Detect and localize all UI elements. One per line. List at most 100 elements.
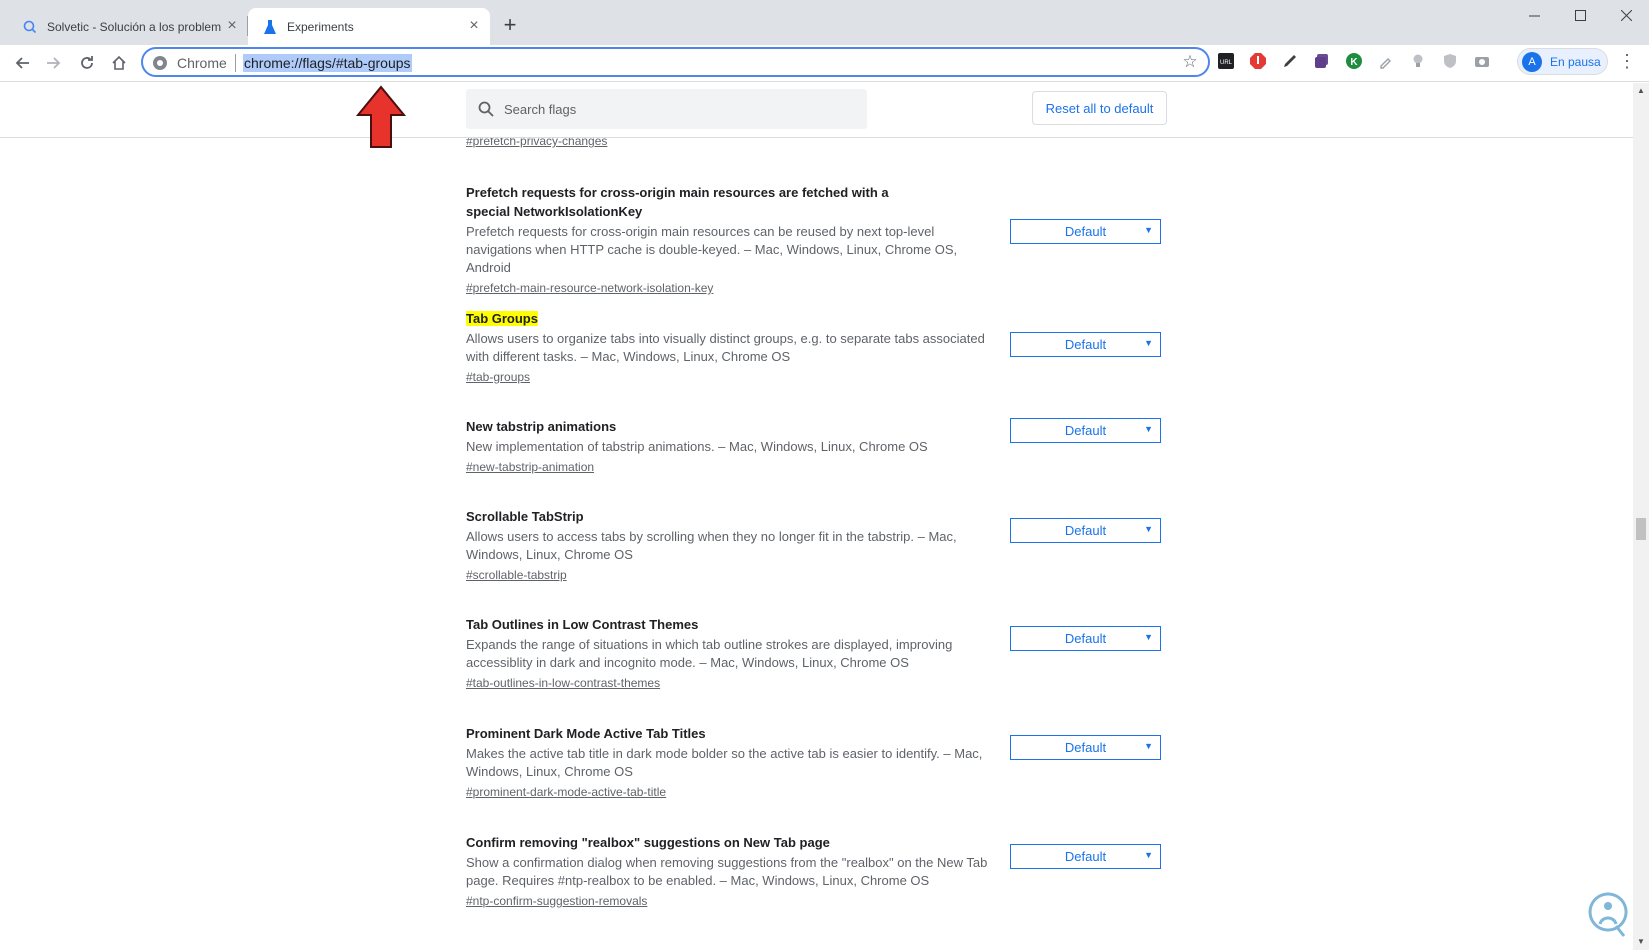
flag-select-value: Default: [1064, 423, 1107, 438]
dropdown-caret-icon: ▼: [1144, 850, 1153, 860]
maximize-button[interactable]: [1557, 0, 1603, 30]
flag-link[interactable]: #prominent-dark-mode-active-tab-title: [466, 783, 666, 801]
adblock-extension-icon[interactable]: [1249, 52, 1267, 70]
flag-item-tab-outlines: Tab Outlines in Low Contrast Themes Expa…: [466, 615, 1166, 692]
address-bar[interactable]: Chrome chrome://flags/#tab-groups ☆: [141, 47, 1210, 77]
reload-icon: [81, 56, 93, 69]
flag-description: Prefetch requests for cross-origin main …: [466, 224, 958, 275]
flag-select-value: Default: [1064, 849, 1107, 864]
browser-toolbar: Chrome chrome://flags/#tab-groups ☆: [0, 45, 1649, 82]
flag-select-value: Default: [1064, 740, 1107, 755]
stack-extension-icon[interactable]: [1313, 52, 1331, 70]
reload-button[interactable]: [73, 49, 101, 77]
dropdown-caret-icon: ▼: [1144, 338, 1153, 348]
flag-item-prefetch-network-isolation: Prefetch requests for cross-origin main …: [466, 183, 1166, 297]
flag-link[interactable]: #tab-outlines-in-low-contrast-themes: [466, 674, 660, 692]
eyedropper-extension-icon[interactable]: [1377, 52, 1395, 70]
dropdown-caret-icon: ▼: [1144, 524, 1153, 534]
tab-solvetic[interactable]: Solvetic - Solución a los problem ×: [8, 8, 248, 45]
tab-title: Solvetic - Solución a los problem: [47, 19, 221, 34]
flag-link[interactable]: #prefetch-main-resource-network-isolatio…: [466, 279, 713, 297]
flag-link[interactable]: #scrollable-tabstrip: [466, 566, 567, 584]
close-tab-icon[interactable]: ×: [224, 18, 240, 34]
kebab-menu-icon[interactable]: ⋮: [1617, 51, 1637, 71]
flag-link[interactable]: #tab-groups: [466, 368, 530, 386]
flag-select[interactable]: Default ▼: [1010, 735, 1161, 760]
solvetic-watermark-logo: [1588, 892, 1628, 937]
flag-description: New implementation of tabstrip animation…: [466, 439, 928, 454]
profile-status-label: En pausa: [1550, 54, 1601, 69]
flag-select-value: Default: [1064, 224, 1107, 239]
flag-description: Allows users to organize tabs into visua…: [466, 331, 985, 364]
search-q-icon: [22, 19, 38, 35]
pen-extension-icon[interactable]: [1281, 52, 1299, 70]
url-extension-icon[interactable]: URL: [1217, 52, 1235, 70]
back-arrow-icon: [15, 57, 29, 69]
home-button[interactable]: [105, 49, 133, 77]
flag-item-new-tabstrip-animations: New tabstrip animations New implementati…: [466, 417, 1166, 476]
scroll-down-arrow-icon[interactable]: ▼: [1633, 934, 1649, 950]
flag-select[interactable]: Default ▼: [1010, 332, 1161, 357]
flag-select[interactable]: Default ▼: [1010, 518, 1161, 543]
flag-title: Prominent Dark Mode Active Tab Titles: [466, 726, 706, 741]
page-scrollbar[interactable]: ▲ ▼: [1633, 83, 1649, 950]
reset-all-button[interactable]: Reset all to default: [1032, 91, 1167, 125]
flag-title-highlight: Tab Groups: [466, 311, 538, 326]
svg-text:K: K: [1350, 57, 1358, 68]
back-button[interactable]: [8, 49, 36, 77]
flag-title: Prefetch requests for cross-origin main …: [466, 185, 889, 219]
home-icon: [112, 55, 126, 70]
minimize-button[interactable]: [1511, 0, 1557, 30]
shield-extension-icon[interactable]: [1441, 52, 1459, 70]
flag-select[interactable]: Default ▼: [1010, 219, 1161, 244]
flag-link[interactable]: #new-tabstrip-animation: [466, 458, 594, 476]
close-tab-icon[interactable]: ×: [466, 18, 482, 34]
flags-header: Reset all to default: [0, 83, 1633, 138]
flag-title: Confirm removing "realbox" suggestions o…: [466, 835, 830, 850]
flag-select[interactable]: Default ▼: [1010, 844, 1161, 869]
bulb-extension-icon[interactable]: [1409, 52, 1427, 70]
dropdown-caret-icon: ▼: [1144, 424, 1153, 434]
dropdown-caret-icon: ▼: [1144, 225, 1153, 235]
flag-item-prominent-dark-mode: Prominent Dark Mode Active Tab Titles Ma…: [466, 724, 1166, 801]
site-chip-label: Chrome: [177, 55, 227, 71]
tab-strip: Solvetic - Solución a los problem × Expe…: [0, 0, 1649, 45]
flag-description: Expands the range of situations in which…: [466, 637, 953, 670]
site-chip[interactable]: Chrome: [153, 55, 227, 71]
flags-page: Reset all to default #prefetch-privacy-c…: [0, 83, 1633, 950]
flag-select-value: Default: [1064, 523, 1107, 538]
flag-select-value: Default: [1064, 631, 1107, 646]
search-flags-box[interactable]: [466, 89, 867, 129]
dropdown-caret-icon: ▼: [1144, 632, 1153, 642]
chrome-logo-icon: [153, 56, 167, 70]
tab-experiments[interactable]: Experiments ×: [248, 8, 490, 45]
bookmark-star-icon[interactable]: ☆: [1180, 52, 1200, 72]
search-icon: [478, 101, 494, 117]
flag-description: Allows users to access tabs by scrolling…: [466, 529, 957, 562]
scroll-up-arrow-icon[interactable]: ▲: [1633, 83, 1649, 99]
camera-extension-icon[interactable]: [1473, 52, 1491, 70]
address-url[interactable]: chrome://flags/#tab-groups: [243, 54, 412, 72]
red-up-arrow-annotation: [356, 85, 406, 148]
flag-item-tab-groups: Tab Groups Allows users to organize tabs…: [466, 309, 1166, 386]
flag-select[interactable]: Default ▼: [1010, 626, 1161, 651]
forward-arrow-icon: [47, 57, 61, 69]
avatar: A: [1522, 51, 1542, 72]
flag-link[interactable]: #ntp-confirm-suggestion-removals: [466, 892, 647, 910]
flag-title: New tabstrip animations: [466, 419, 617, 434]
svg-text:URL: URL: [1220, 60, 1233, 66]
flag-item-confirm-realbox: Confirm removing "realbox" suggestions o…: [466, 833, 1166, 910]
dropdown-caret-icon: ▼: [1144, 741, 1153, 751]
profile-button[interactable]: A En pausa: [1517, 48, 1608, 75]
flag-select-value: Default: [1064, 337, 1107, 352]
flag-description: Show a confirmation dialog when removing…: [466, 855, 988, 888]
flag-description: Makes the active tab title in dark mode …: [466, 746, 983, 779]
scroll-thumb[interactable]: [1636, 518, 1646, 540]
close-window-button[interactable]: [1603, 0, 1649, 30]
address-divider: [235, 54, 236, 72]
k-extension-icon[interactable]: K: [1345, 52, 1363, 70]
new-tab-button[interactable]: +: [498, 14, 522, 38]
flag-select[interactable]: Default ▼: [1010, 418, 1161, 443]
search-flags-input[interactable]: [504, 101, 844, 117]
forward-button[interactable]: [40, 49, 68, 77]
